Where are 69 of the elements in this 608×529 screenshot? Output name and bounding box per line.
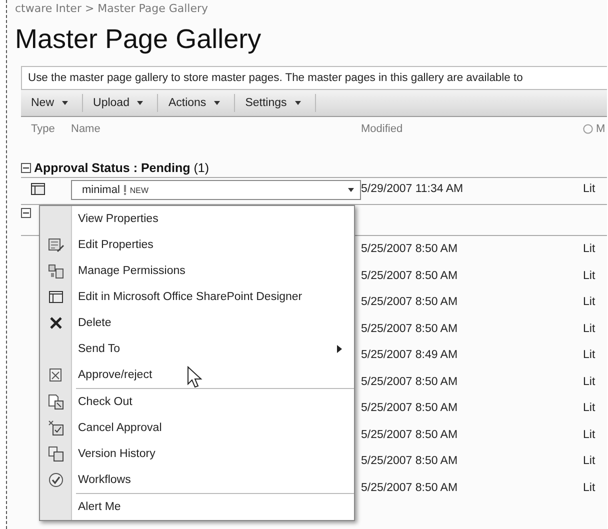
- caret-icon: [137, 101, 144, 105]
- description-text: Use the master page gallery to store master pages. The master pages in this gallery are available to: [21, 66, 607, 90]
- page-icon: [49, 291, 63, 303]
- menu-item[interactable]: Delete: [40, 310, 354, 336]
- modified-cell-text: 5/25/2007 8:50 AM: [361, 402, 459, 414]
- approve-icon: [48, 367, 64, 383]
- permissions-icon: [48, 263, 64, 279]
- cancel-approval-icon: [48, 420, 64, 436]
- table-cell-text: Lit: [583, 270, 596, 282]
- table-cell-text: Lit: [583, 322, 596, 335]
- table-cell-text: Lit: [583, 482, 596, 494]
- table-cell-text: Lit: [583, 349, 596, 362]
- modified-cell-text: 5/25/2007 8:50 AM: [361, 428, 459, 441]
- column-header[interactable]: Modified: [361, 123, 583, 135]
- menu-item[interactable]: Check Out: [40, 389, 354, 415]
- table-cell-text: Lit: [583, 243, 596, 256]
- version-history-icon: [48, 446, 64, 462]
- modified-cell-text: 5/25/2007 8:50 AM: [361, 243, 459, 256]
- table-cell-text: Lit: [583, 455, 596, 468]
- caret-icon: [348, 188, 354, 192]
- menu-item[interactable]: Edit in Microsoft Office SharePoint Designer: [40, 284, 354, 310]
- menu-item[interactable]: View Properties: [40, 206, 354, 232]
- caret-icon: [62, 101, 68, 105]
- edit-properties-icon: [48, 237, 64, 253]
- table-cell-text: Lit: [583, 428, 596, 441]
- delete-icon: [48, 315, 64, 331]
- column-header[interactable]: Name: [71, 123, 361, 135]
- page-title: Master Page Gallery: [14, 23, 262, 56]
- menu-item[interactable]: Cancel Approval: [40, 415, 354, 441]
- modified-cell-text: 5/25/2007 8:50 AM: [361, 296, 459, 308]
- caret-icon: [294, 101, 301, 105]
- collapse-icon[interactable]: [21, 163, 31, 173]
- modified-cell-text: 5/25/2007 8:50 AM: [361, 322, 459, 335]
- modified-cell-text: 5/25/2007 8:50 AM: [361, 455, 459, 468]
- modified-cell-text: 5/25/2007 8:50 AM: [361, 482, 459, 494]
- menu-item[interactable]: Alert Me: [40, 494, 354, 520]
- name-dropdown[interactable]: minimal NEW: [71, 180, 361, 200]
- table-cell-text: Lit: [583, 182, 596, 195]
- table-cell-text: Lit: [583, 376, 596, 388]
- new-label: NEW: [130, 186, 149, 194]
- breadcrumb[interactable]: ctware Inter > Master Page Gallery: [7, 0, 607, 16]
- menu-item[interactable]: Manage Permissions: [40, 258, 354, 284]
- menu-item[interactable]: Send To: [40, 336, 354, 362]
- menu-item[interactable]: Version History: [40, 441, 354, 467]
- column-header[interactable]: M: [583, 123, 607, 135]
- table-cell-text: Lit: [583, 296, 596, 308]
- page-icon: [31, 183, 45, 195]
- table-cell-text: Lit: [583, 402, 596, 414]
- pointer-cursor-icon: [187, 366, 203, 390]
- modified-cell-text: 5/25/2007 8:50 AM: [361, 376, 459, 388]
- column-header[interactable]: Type: [21, 123, 71, 135]
- toolbar-menu-button[interactable]: Settings: [235, 94, 316, 112]
- toolbar-menu-button[interactable]: New: [21, 94, 84, 112]
- group-heading: Approval Status : Pending (1): [34, 161, 210, 175]
- menu-item[interactable]: Edit Properties: [40, 232, 354, 258]
- menu-item[interactable]: Workflows: [40, 467, 354, 493]
- modified-cell-text: 5/29/2007 11:34 AM: [361, 182, 464, 195]
- toolbar-menu-button[interactable]: Actions: [158, 94, 236, 112]
- submenu-arrow-icon: [337, 345, 342, 353]
- check-out-icon: [48, 394, 64, 410]
- workflow-icon: [48, 472, 64, 488]
- menu-item[interactable]: Approve/reject: [40, 362, 354, 388]
- modified-cell-text: 5/25/2007 8:49 AM: [361, 349, 459, 362]
- modified-cell-text: 5/25/2007 8:50 AM: [361, 270, 459, 282]
- circle-icon: [583, 124, 593, 134]
- toolbar-menu-button[interactable]: Upload: [83, 94, 158, 112]
- caret-icon: [214, 101, 220, 105]
- collapse-icon[interactable]: [21, 208, 31, 218]
- new-item-icon: [122, 185, 127, 195]
